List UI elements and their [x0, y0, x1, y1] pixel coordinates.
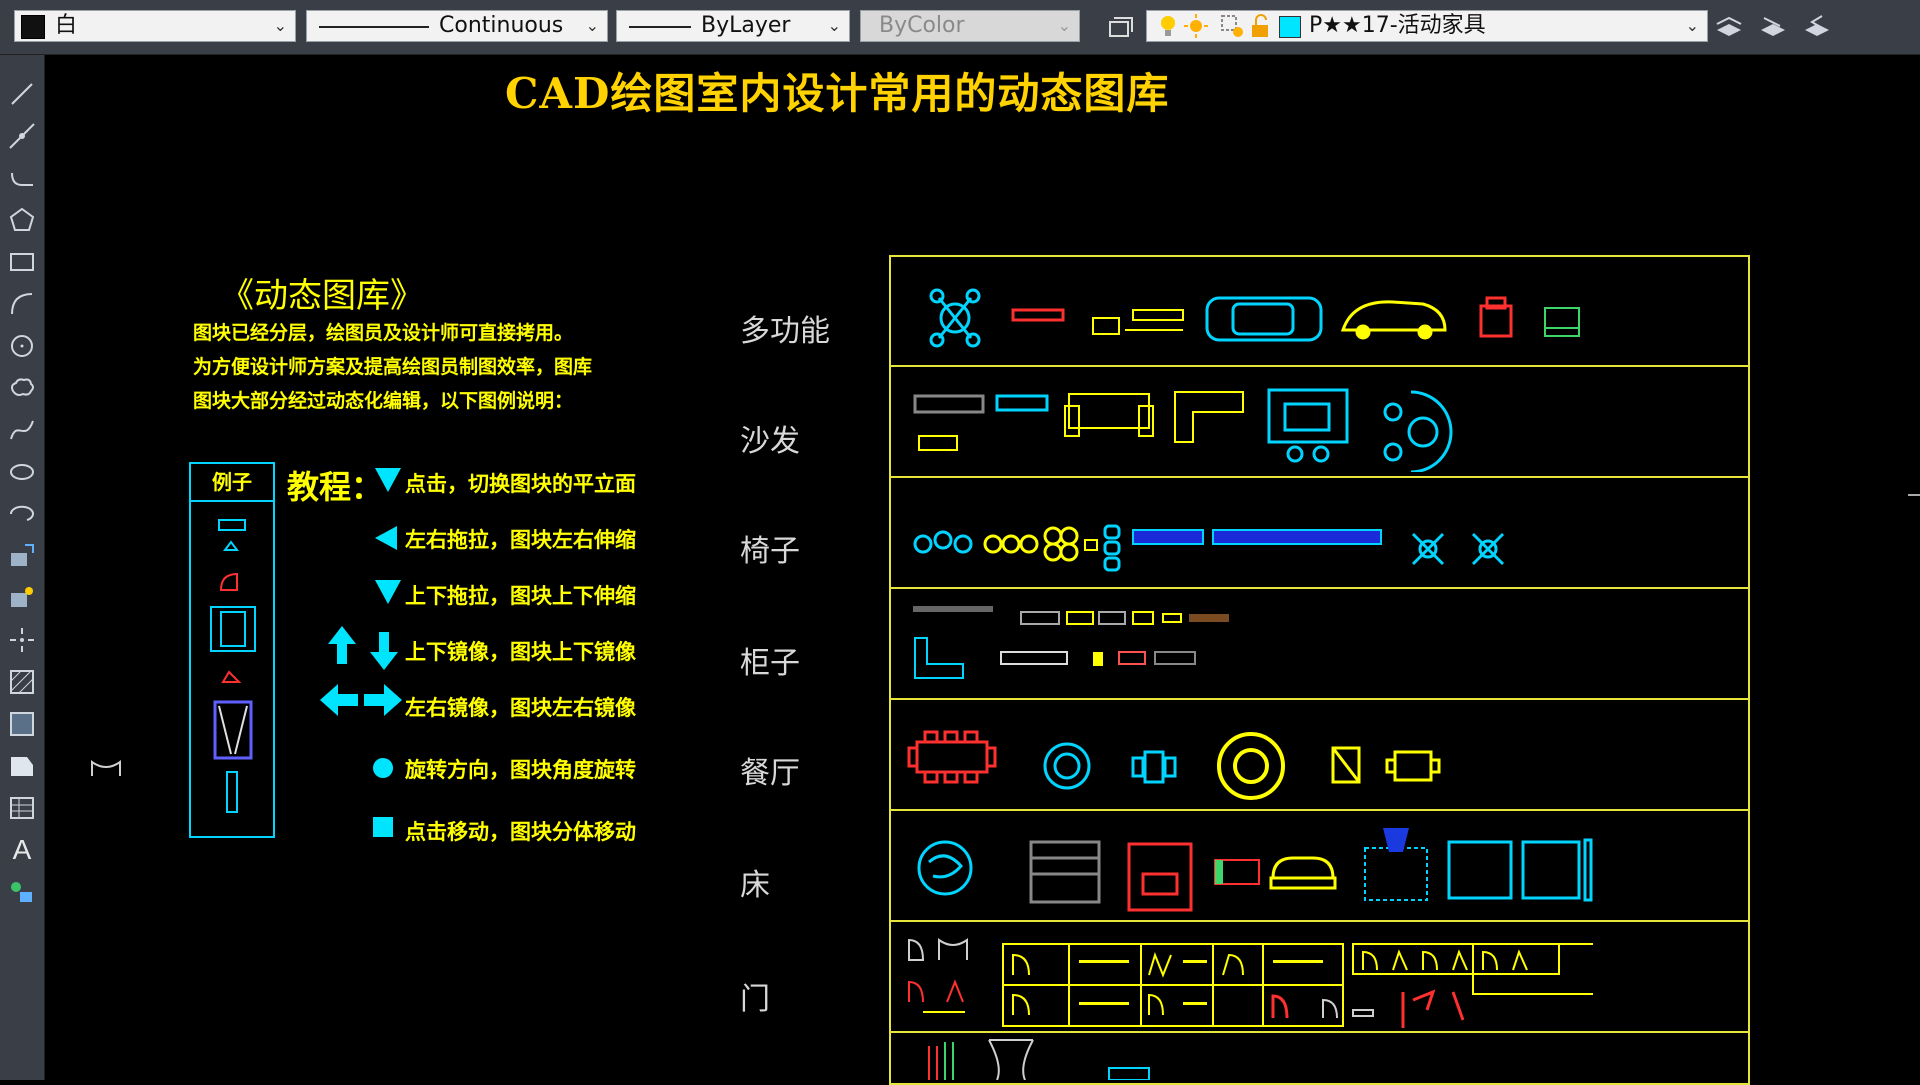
- layer-dropdown[interactable]: P★★17-活动家具 ⌄: [1146, 10, 1708, 42]
- category-label-sofa: 沙发: [740, 424, 800, 459]
- table-icon[interactable]: [7, 793, 37, 823]
- rectangle-icon[interactable]: [7, 247, 37, 277]
- chevron-down-icon: ⌄: [1057, 16, 1071, 35]
- square-dot-icon: [373, 817, 393, 837]
- example-box: 例子: [189, 462, 275, 838]
- table-row-divider: [889, 1031, 1750, 1033]
- viewport-freeze-icon: [1221, 15, 1243, 37]
- tutorial-item: 左右拖拉，图块左右伸缩: [405, 528, 636, 552]
- chevron-down-icon: ⌄: [1685, 16, 1699, 35]
- multiline-text-icon[interactable]: A: [7, 835, 37, 865]
- mirror-updown-icon: [328, 626, 398, 670]
- color-value: 白: [55, 13, 78, 38]
- sun-icon: [1184, 14, 1208, 38]
- arc-icon[interactable]: [7, 289, 37, 319]
- add-selected-icon[interactable]: [7, 877, 37, 907]
- layer-value: P★★17-活动家具: [1309, 13, 1486, 38]
- lock-open-icon: [1252, 14, 1268, 37]
- description-line: 图块已经分层，绘图员及设计师可直接拷用。: [193, 322, 574, 344]
- multifunction-blocks[interactable]: [893, 270, 1593, 360]
- match-layer-icon[interactable]: [1758, 12, 1788, 42]
- polygon-icon[interactable]: [7, 205, 37, 235]
- layer-color-swatch: [1279, 16, 1301, 38]
- table-row-divider: [889, 365, 1750, 367]
- description-line: 图块大部分经过动态化编辑，以下图例说明：: [193, 390, 574, 412]
- chair-blocks[interactable]: [893, 484, 1593, 574]
- dining-blocks[interactable]: [893, 710, 1593, 810]
- door-blocks[interactable]: [893, 930, 1593, 1030]
- properties-toolbar: 白 ⌄ Continuous ⌄ ByLayer ⌄ ByColor ⌄ P★★…: [0, 0, 1920, 55]
- table-row-divider: [889, 476, 1750, 478]
- triangle-down-icon: [375, 580, 401, 604]
- category-label-dining: 餐厅: [740, 756, 800, 791]
- triangle-left-icon: [375, 526, 397, 550]
- linetype-sample: [319, 26, 429, 28]
- example-label: 例子: [191, 464, 273, 502]
- point-icon[interactable]: [7, 625, 37, 655]
- category-label-bed: 床: [740, 868, 770, 903]
- layer-properties-icon[interactable]: [1106, 12, 1136, 42]
- canvas-edge-marker: [1908, 494, 1920, 496]
- mirror-leftright-icon: [320, 684, 402, 716]
- table-row-divider: [889, 920, 1750, 922]
- tutorial-item: 旋转方向，图块角度旋转: [405, 758, 636, 782]
- linetype-dropdown[interactable]: Continuous ⌄: [306, 10, 608, 42]
- category-label-chair: 椅子: [740, 534, 800, 569]
- stray-block-icon: [91, 760, 121, 776]
- linetype-value: Continuous: [439, 13, 564, 38]
- triangle-down-icon: [375, 468, 401, 492]
- chevron-down-icon: ⌄: [585, 16, 599, 35]
- cabinet-blocks[interactable]: [893, 594, 1593, 684]
- lineweight-sample: [629, 26, 691, 28]
- plotstyle-dropdown[interactable]: ByColor ⌄: [860, 10, 1080, 42]
- hatch-icon[interactable]: [7, 667, 37, 697]
- insert-block-icon[interactable]: [7, 541, 37, 571]
- construction-line-icon[interactable]: [7, 121, 37, 151]
- bed-blocks[interactable]: [893, 818, 1593, 918]
- lineweight-value: ByLayer: [701, 13, 791, 38]
- line-icon[interactable]: [7, 79, 37, 109]
- tutorial-item: 上下拖拉，图块上下伸缩: [405, 584, 636, 608]
- color-swatch: [21, 15, 45, 39]
- region-icon[interactable]: [7, 751, 37, 781]
- table-row-divider: [889, 698, 1750, 700]
- tutorial-label: 教程：: [287, 468, 384, 506]
- page-title: CAD绘图室内设计常用的动态图库: [505, 69, 1170, 118]
- curtain-blocks[interactable]: [893, 1036, 1293, 1080]
- tutorial-item: 上下镜像，图块上下镜像: [405, 640, 636, 664]
- color-dropdown[interactable]: 白 ⌄: [14, 10, 296, 42]
- spline-icon[interactable]: [7, 415, 37, 445]
- create-block-icon[interactable]: [7, 583, 37, 613]
- revision-cloud-icon[interactable]: [7, 373, 37, 403]
- ellipse-arc-icon[interactable]: [7, 499, 37, 529]
- chevron-down-icon: ⌄: [827, 16, 841, 35]
- table-row-divider: [889, 587, 1750, 589]
- polyline-icon[interactable]: [7, 163, 37, 193]
- description-line: 为方便设计师方案及提高绘图员制图效率，图库: [193, 356, 593, 378]
- sofa-blocks[interactable]: [893, 372, 1593, 472]
- bulb-icon: [1161, 16, 1175, 36]
- chevron-down-icon: ⌄: [273, 16, 287, 35]
- plotstyle-value: ByColor: [879, 13, 965, 38]
- tutorial-item: 点击移动，图块分体移动: [405, 820, 636, 844]
- category-label-door: 门: [740, 982, 770, 1017]
- example-blocks-icon: [210, 519, 256, 813]
- draw-toolbar: A: [0, 55, 45, 1080]
- category-label-multifunction: 多功能: [740, 314, 830, 349]
- previous-layer-icon[interactable]: [1802, 12, 1832, 42]
- gradient-icon[interactable]: [7, 709, 37, 739]
- make-current-layer-icon[interactable]: [1714, 12, 1744, 42]
- library-title: 《动态图库》: [220, 276, 424, 316]
- lineweight-dropdown[interactable]: ByLayer ⌄: [616, 10, 850, 42]
- circle-dot-icon: [373, 758, 393, 778]
- tutorial-item: 点击，切换图块的平立面: [405, 472, 636, 496]
- ellipse-icon[interactable]: [7, 457, 37, 487]
- circle-icon[interactable]: [7, 331, 37, 361]
- category-label-cabinet: 柜子: [740, 646, 800, 681]
- tutorial-item: 左右镜像，图块左右镜像: [405, 696, 636, 720]
